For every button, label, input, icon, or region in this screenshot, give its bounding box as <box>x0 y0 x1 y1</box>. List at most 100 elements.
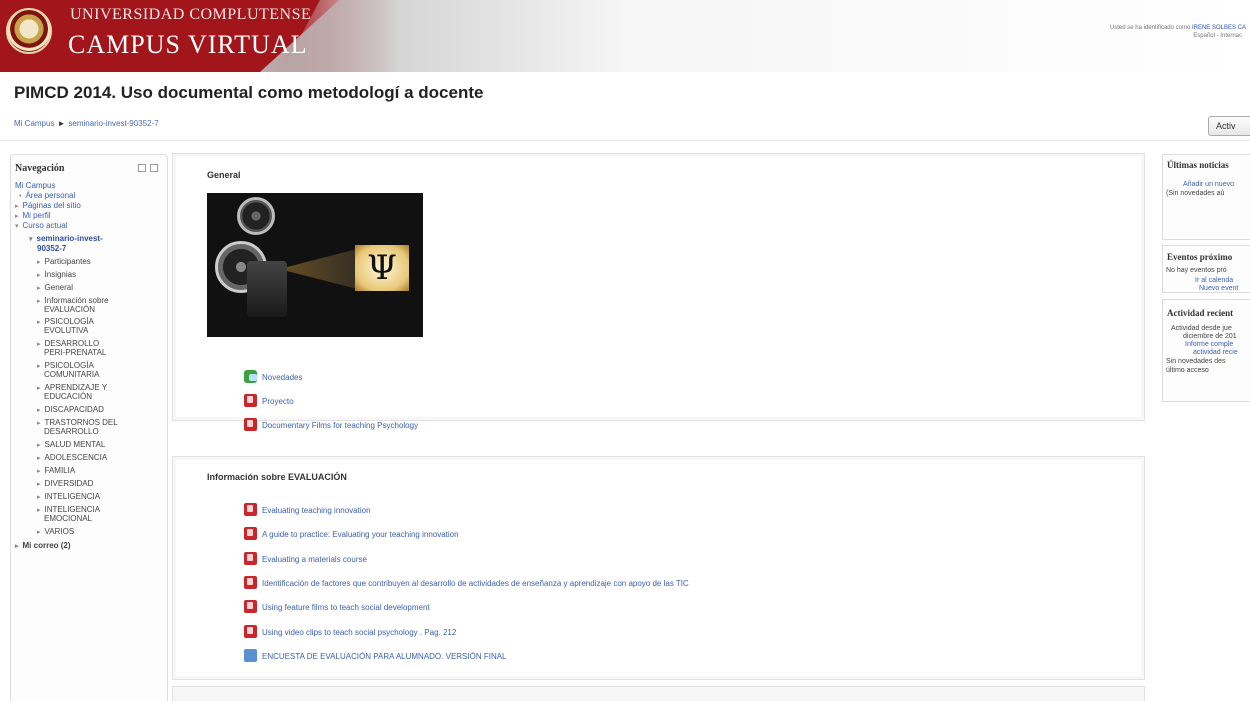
sidebar-item[interactable]: 90352-7 <box>37 244 66 254</box>
sidebar-item[interactable]: ▸ FAMILIA <box>37 466 75 477</box>
recent-activity-block: Actividad recient Actividad desde jue di… <box>1162 299 1250 402</box>
collapse-arrow-icon[interactable]: ▸ <box>37 385 41 392</box>
collapse-arrow-icon[interactable]: ▸ <box>37 529 41 536</box>
collapse-arrow-icon[interactable]: ▸ <box>15 203 19 210</box>
collapse-arrow-icon[interactable]: ▸ <box>37 298 41 305</box>
activity-link[interactable]: ENCUESTA DE EVALUACIÓN PARA ALUMNADO. VE… <box>262 652 507 661</box>
pdf-icon[interactable] <box>244 624 257 638</box>
activity-link[interactable]: Documentary Films for teaching Psycholog… <box>262 421 418 430</box>
latest-news-title: Últimas noticias <box>1167 160 1229 170</box>
sidebar-item[interactable]: EDUCACIÓN <box>44 392 92 402</box>
collapse-arrow-icon[interactable]: ▸ <box>37 259 41 266</box>
pdf-icon[interactable] <box>244 418 257 431</box>
edit-mode-button[interactable]: Activ <box>1208 116 1250 136</box>
sidebar-item[interactable]: COMUNITARIA <box>44 370 99 380</box>
hide-block-icon[interactable] <box>150 164 158 172</box>
pdf-icon[interactable] <box>244 503 257 516</box>
sidebar-item-label: ADOLESCENCIA <box>44 453 108 462</box>
sidebar-item[interactable]: Mi Campus <box>15 181 55 191</box>
collapse-arrow-icon[interactable]: ▸ <box>37 319 41 326</box>
activity-link[interactable]: A guide to practice: Evaluating your tea… <box>262 530 459 539</box>
sidebar-item[interactable]: ▾ Curso actual <box>15 221 67 232</box>
sidebar-item-label: TRASTORNOS DEL <box>44 418 118 427</box>
sidebar-item-label: COMUNITARIA <box>44 370 100 379</box>
pdf-icon[interactable] <box>244 575 257 589</box>
sidebar-item[interactable]: ▸ Participantes <box>37 257 91 268</box>
sidebar-item-label: Curso actual <box>22 221 68 230</box>
sidebar-item-label: EVOLUTIVA <box>44 326 89 335</box>
activity-link[interactable]: Novedades <box>262 373 302 382</box>
sidebar-item-label: DISCAPACIDAD <box>44 405 104 414</box>
sidebar-item-label: EVALUACIÓN <box>44 305 95 314</box>
expand-arrow-icon[interactable]: ▾ <box>29 236 33 243</box>
activity-link[interactable]: Evaluating teaching innovation <box>262 506 371 515</box>
collapse-arrow-icon[interactable]: ▸ <box>37 407 41 414</box>
activity-link[interactable]: Using video clips to teach social psycho… <box>262 628 456 637</box>
collapse-arrow-icon[interactable]: ▸ <box>37 481 41 488</box>
collapse-arrow-icon[interactable]: ▸ <box>37 455 41 462</box>
collapse-arrow-icon[interactable]: ▸ <box>37 285 41 292</box>
collapse-arrow-icon[interactable]: ▸ <box>15 213 19 220</box>
collapse-arrow-icon[interactable]: ▸ <box>37 468 41 475</box>
upcoming-events-title: Eventos próximo <box>1167 252 1233 262</box>
projector-beam <box>287 249 357 289</box>
collapse-arrow-icon[interactable]: ▸ <box>37 272 41 279</box>
activity-link[interactable]: Using feature films to teach social deve… <box>262 603 430 612</box>
collapse-arrow-icon[interactable]: ▸ <box>37 442 41 449</box>
activity-empty-text: Sin novedades des <box>1166 358 1226 365</box>
film-reel-icon <box>237 197 275 235</box>
collapse-arrow-icon[interactable]: ▸ <box>15 543 19 550</box>
navigation-block: Navegación Mi Campus • Área personal ▸ Págin… <box>10 154 168 701</box>
add-news-link[interactable]: Añadir un nuevo <box>1183 180 1234 189</box>
sidebar-item[interactable]: ▸ DISCAPACIDAD <box>37 405 104 416</box>
pdf-icon[interactable] <box>244 600 257 614</box>
forum-icon[interactable] <box>244 370 257 383</box>
section-title-evaluacion: Información sobre EVALUACIÓN <box>207 472 347 482</box>
language-selector[interactable]: Español - Internac <box>1193 33 1242 39</box>
collapse-arrow-icon[interactable]: ▸ <box>37 494 41 501</box>
pdf-icon[interactable] <box>244 551 257 565</box>
sidebar-item-label: VARIOS <box>44 527 75 536</box>
collapse-arrow-icon[interactable]: ▸ <box>37 341 41 348</box>
activity-link[interactable]: Evaluating a materials course <box>262 555 367 564</box>
sidebar-item[interactable]: ▸ INTELIGENCIA <box>37 492 100 503</box>
sidebar-item[interactable]: ▸ SALUD MENTAL <box>37 440 105 451</box>
sidebar-item-label: DIVERSIDAD <box>44 479 94 488</box>
section-next <box>172 686 1145 701</box>
user-link[interactable]: IRENE SOLBES CA <box>1192 25 1246 31</box>
pdf-icon[interactable] <box>244 527 257 541</box>
sidebar-item[interactable]: ▸ Mi correo (2) <box>15 541 71 552</box>
collapse-arrow-icon[interactable]: ▸ <box>37 420 41 427</box>
activity-link[interactable]: Identificación de factores que contribuy… <box>262 579 689 588</box>
collapse-arrow-icon[interactable]: • <box>19 193 21 200</box>
sidebar-item[interactable]: EVALUACIÓN <box>44 305 95 315</box>
campus-title[interactable]: CAMPUS VIRTUAL <box>68 30 308 60</box>
divider <box>0 140 1250 141</box>
sidebar-item[interactable]: ▸ ADOLESCENCIA <box>37 453 107 464</box>
activity-link[interactable]: Proyecto <box>262 397 294 406</box>
sidebar-item[interactable]: PERI-PRENATAL <box>44 348 106 358</box>
full-report-link-2[interactable]: actividad recie <box>1193 348 1238 357</box>
sidebar-item[interactable]: EMOCIONAL <box>44 514 92 524</box>
page-title: PIMCD 2014. Uso documental como metodolo… <box>14 83 484 102</box>
sidebar-item[interactable]: DESARROLLO <box>44 427 99 437</box>
dock-block-icon[interactable] <box>138 164 146 172</box>
breadcrumb-course[interactable]: seminario-invest-90352-7 <box>68 119 158 128</box>
collapse-arrow-icon[interactable]: ▸ <box>37 507 41 514</box>
collapse-arrow-icon[interactable]: ▸ <box>37 363 41 370</box>
questionnaire-icon[interactable] <box>244 648 257 662</box>
activity-empty-text-2: último acceso <box>1166 367 1209 374</box>
sidebar-item[interactable]: ▸ General <box>37 283 73 294</box>
breadcrumb-home[interactable]: Mi Campus <box>14 119 54 128</box>
sidebar-item[interactable]: ▸ VARIOS <box>37 527 74 538</box>
sidebar-item[interactable]: EVOLUTIVA <box>44 326 88 336</box>
sidebar-item[interactable]: ▸ Insignias <box>37 270 76 281</box>
sidebar-item[interactable]: ▸ DIVERSIDAD <box>37 479 93 490</box>
upcoming-events-block: Eventos próximo No hay eventos pró Ir al… <box>1162 245 1250 293</box>
sidebar-item-label: PSICOLOGÍA <box>44 361 94 370</box>
sidebar-item-label: EDUCACIÓN <box>44 392 93 401</box>
new-event-link[interactable]: Nuevo event <box>1199 284 1238 293</box>
expand-arrow-icon[interactable]: ▾ <box>15 223 19 230</box>
pdf-icon[interactable] <box>244 394 257 407</box>
university-seal-icon[interactable] <box>6 8 52 54</box>
